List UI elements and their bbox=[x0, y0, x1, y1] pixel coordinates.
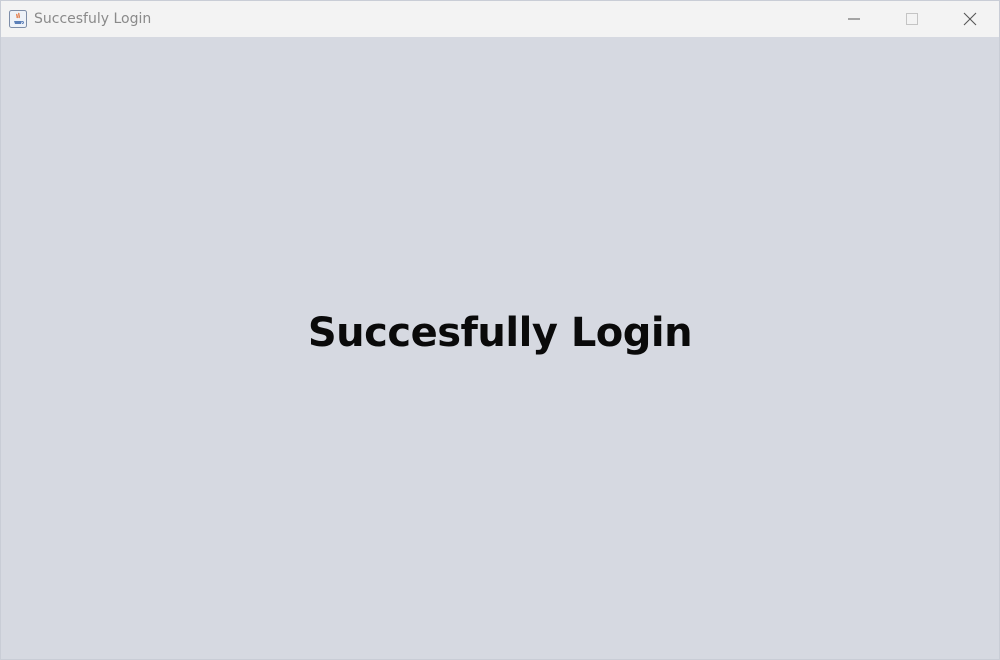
close-button[interactable] bbox=[941, 1, 999, 37]
window-controls bbox=[825, 1, 999, 37]
minimize-icon bbox=[848, 18, 860, 20]
java-icon[interactable] bbox=[9, 10, 27, 28]
window-title: Succesfuly Login bbox=[34, 11, 152, 27]
minimize-button[interactable] bbox=[825, 1, 883, 37]
success-message: Succesfully Login bbox=[307, 310, 693, 356]
title-bar[interactable]: Succesfuly Login bbox=[1, 1, 999, 37]
app-window: Succesfuly Login Succesfully Login bbox=[0, 0, 1000, 660]
close-icon bbox=[963, 12, 977, 26]
maximize-button[interactable] bbox=[883, 1, 941, 37]
maximize-icon bbox=[906, 13, 918, 25]
content-panel: Succesfully Login bbox=[1, 37, 999, 659]
